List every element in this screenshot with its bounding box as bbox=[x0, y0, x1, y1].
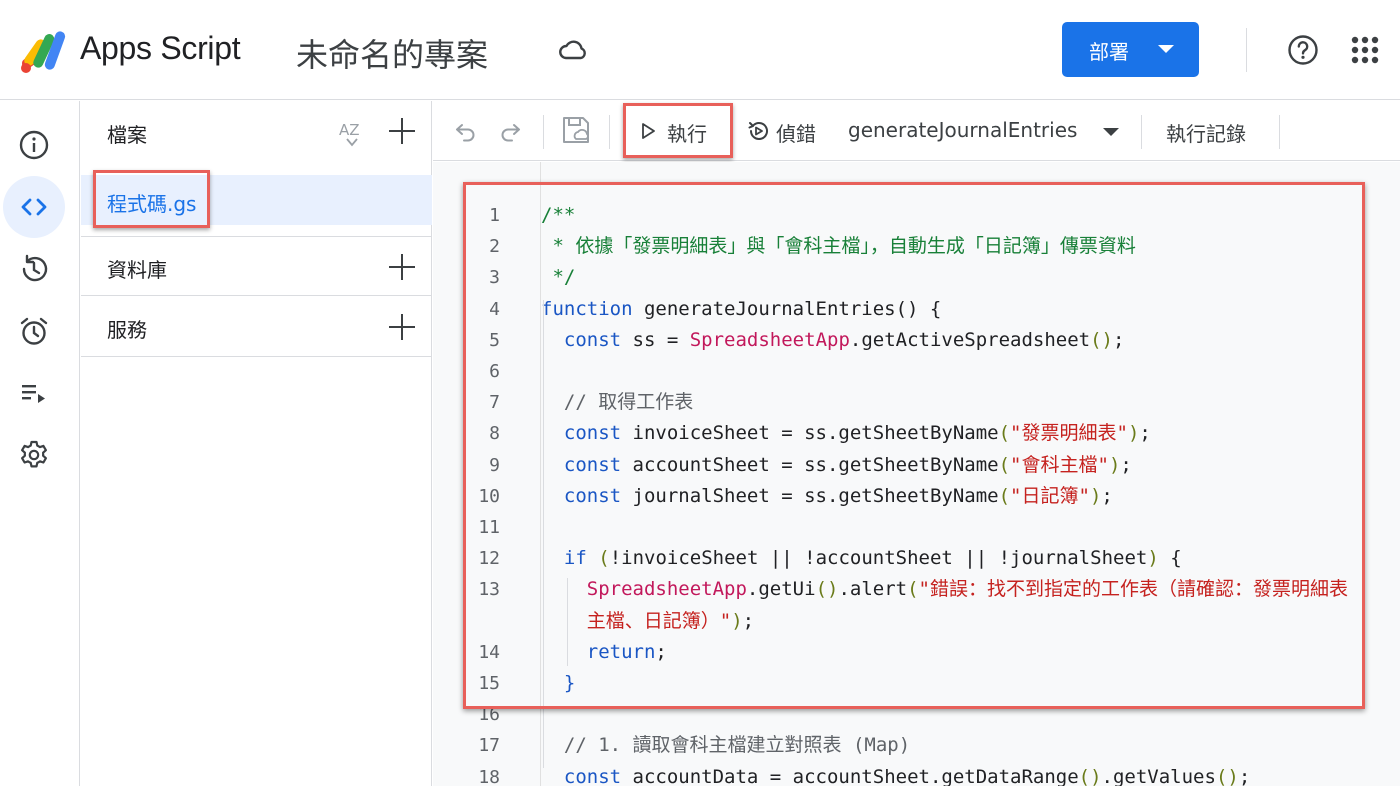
line-number: 18 bbox=[478, 766, 500, 786]
debug-label: 偵錯 bbox=[776, 122, 816, 146]
header-divider bbox=[1246, 28, 1247, 72]
playlist-icon bbox=[22, 385, 45, 403]
gear-icon bbox=[21, 440, 47, 468]
deploy-label: 部署 bbox=[1089, 40, 1129, 64]
toolbar-divider bbox=[1141, 115, 1142, 149]
code-token: .getValues bbox=[1101, 765, 1216, 786]
services-section: 服務 bbox=[81, 297, 432, 357]
toolbar-divider bbox=[543, 115, 544, 149]
function-selector[interactable]: generateJournalEntries bbox=[848, 118, 1077, 142]
code-text: // 1. 讀取會科主檔建立對照表 (Map) bbox=[541, 730, 910, 761]
libraries-section: 資料庫 bbox=[81, 236, 432, 296]
services-label: 服務 bbox=[107, 318, 147, 342]
help-icon[interactable] bbox=[1287, 34, 1319, 66]
files-header: 檔案 AZ bbox=[81, 101, 432, 161]
add-library-icon[interactable] bbox=[389, 254, 415, 280]
code-token: // 1. 讀取會科主檔建立對照表 (Map) bbox=[541, 734, 911, 757]
toolbar-divider bbox=[1279, 115, 1280, 149]
save-icon[interactable] bbox=[561, 115, 591, 145]
chevron-down-icon bbox=[1158, 45, 1174, 53]
add-file-icon[interactable] bbox=[389, 118, 415, 144]
app-name: Apps Script bbox=[80, 30, 241, 66]
code-icon bbox=[21, 198, 47, 216]
editor-toolbar: 執行 偵錯 generateJournalEntries 執行記錄 bbox=[433, 101, 1400, 161]
libraries-label: 資料庫 bbox=[107, 258, 167, 282]
file-highlight-box bbox=[93, 170, 210, 228]
toolbar-divider bbox=[609, 115, 610, 149]
code-text: const accountData = accountSheet.getData… bbox=[541, 762, 1250, 786]
rail-item-executions[interactable] bbox=[3, 362, 65, 424]
cloud-sync-icon bbox=[559, 40, 586, 60]
code-highlight-box bbox=[463, 182, 1365, 709]
rail-item-overview[interactable] bbox=[3, 114, 65, 176]
app-header: Apps Script 未命名的專案 部署 bbox=[0, 0, 1400, 100]
debug-button[interactable]: 偵錯 bbox=[746, 111, 836, 151]
rail-item-settings[interactable] bbox=[3, 424, 65, 486]
rail-item-triggers[interactable] bbox=[3, 300, 65, 362]
rail-item-editor[interactable] bbox=[3, 176, 65, 238]
files-header-label: 檔案 bbox=[107, 123, 147, 147]
rail-item-history[interactable] bbox=[3, 238, 65, 300]
code-line[interactable]: 17 // 1. 讀取會科主檔建立對照表 (Map) bbox=[433, 730, 1400, 761]
sort-az-icon[interactable]: AZ bbox=[337, 118, 369, 148]
history-icon bbox=[22, 254, 48, 282]
apps-script-logo-icon bbox=[21, 31, 66, 73]
code-token: accountData = accountSheet.getDataRange bbox=[621, 765, 1079, 786]
code-token: const bbox=[563, 765, 622, 786]
chevron-down-icon[interactable] bbox=[1103, 128, 1119, 136]
project-title[interactable]: 未命名的專案 bbox=[296, 30, 488, 76]
apps-grid-icon[interactable] bbox=[1350, 35, 1380, 65]
code-line[interactable]: 18 const accountData = accountSheet.getD… bbox=[433, 762, 1400, 786]
alarm-icon bbox=[20, 317, 48, 345]
code-token: ; bbox=[1238, 765, 1251, 786]
navigation-rail bbox=[0, 101, 80, 786]
execution-log-button[interactable]: 執行記錄 bbox=[1166, 118, 1246, 147]
code-token: () bbox=[1215, 765, 1239, 786]
deploy-button[interactable]: 部署 bbox=[1062, 22, 1199, 77]
debug-icon bbox=[748, 122, 768, 140]
redo-icon[interactable] bbox=[497, 117, 523, 143]
info-icon bbox=[19, 130, 49, 160]
undo-icon[interactable] bbox=[453, 117, 479, 143]
line-number: 17 bbox=[478, 735, 500, 757]
code-token: () bbox=[1078, 765, 1102, 786]
add-service-icon[interactable] bbox=[389, 314, 415, 340]
svg-text:AZ: AZ bbox=[339, 121, 360, 139]
run-highlight-box bbox=[623, 103, 733, 158]
